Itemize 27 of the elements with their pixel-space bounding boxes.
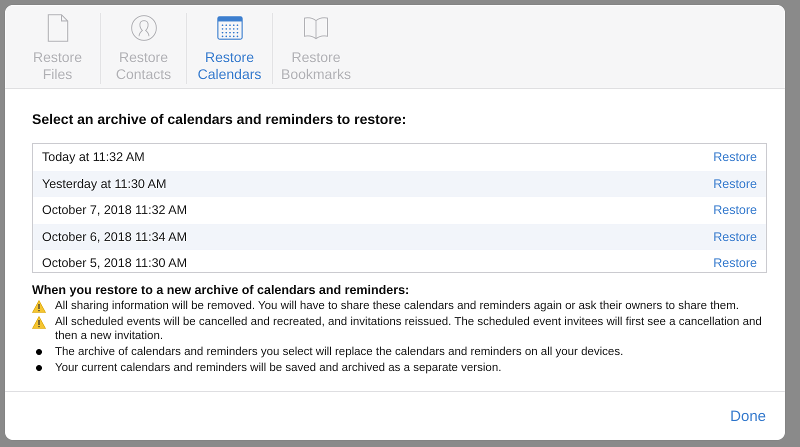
archive-date: Today at 11:32 AM — [42, 150, 145, 164]
note-text: Your current calendars and reminders will be saved and archived as a separate version. — [55, 361, 502, 375]
restore-link[interactable]: Restore — [713, 203, 757, 218]
calendar-icon — [216, 13, 244, 43]
tab[interactable]: Restore Contacts — [101, 13, 187, 84]
tab[interactable]: Restore Calendars — [187, 13, 273, 84]
tab[interactable]: Restore Bookmarks — [273, 13, 359, 84]
archive-date: October 6, 2018 11:34 AM — [42, 230, 188, 244]
tab[interactable]: Restore Files — [15, 13, 101, 84]
archive-date: Yesterday at 11:30 AM — [42, 176, 166, 191]
archive-date: October 5, 2018 11:30 AM — [42, 256, 188, 270]
dialog-heading: Select an archive of calendars and reminders to restore: — [32, 111, 408, 127]
restore-link[interactable]: Restore — [713, 256, 757, 270]
restore-link[interactable]: Restore — [713, 176, 757, 191]
person-icon — [130, 13, 158, 43]
bullet-icon — [36, 349, 42, 355]
warning-icon — [32, 300, 46, 313]
bullet-icon — [36, 365, 42, 371]
note-text: All scheduled events will be cancelled and recreated, and invitations reissued. The scheduled event invitees will first see a cancellation and then a new invitation. — [55, 315, 763, 343]
archive-date: October 7, 2018 11:32 AM — [42, 203, 188, 218]
restore-link[interactable]: Restore — [713, 230, 757, 244]
notes-heading: When you restore to a new archive of calendars and reminders: — [32, 283, 410, 297]
done-button[interactable]: Done — [724, 406, 772, 426]
warning-icon — [32, 316, 46, 329]
note-text: All sharing information will be removed. You will have to share these calendars and reminders again or ask their owners to share them. — [55, 299, 740, 313]
note-text: The archive of calendars and reminders you select will replace the calendars and reminders on all your devices. — [55, 345, 624, 359]
restore-link[interactable]: Restore — [713, 150, 757, 164]
